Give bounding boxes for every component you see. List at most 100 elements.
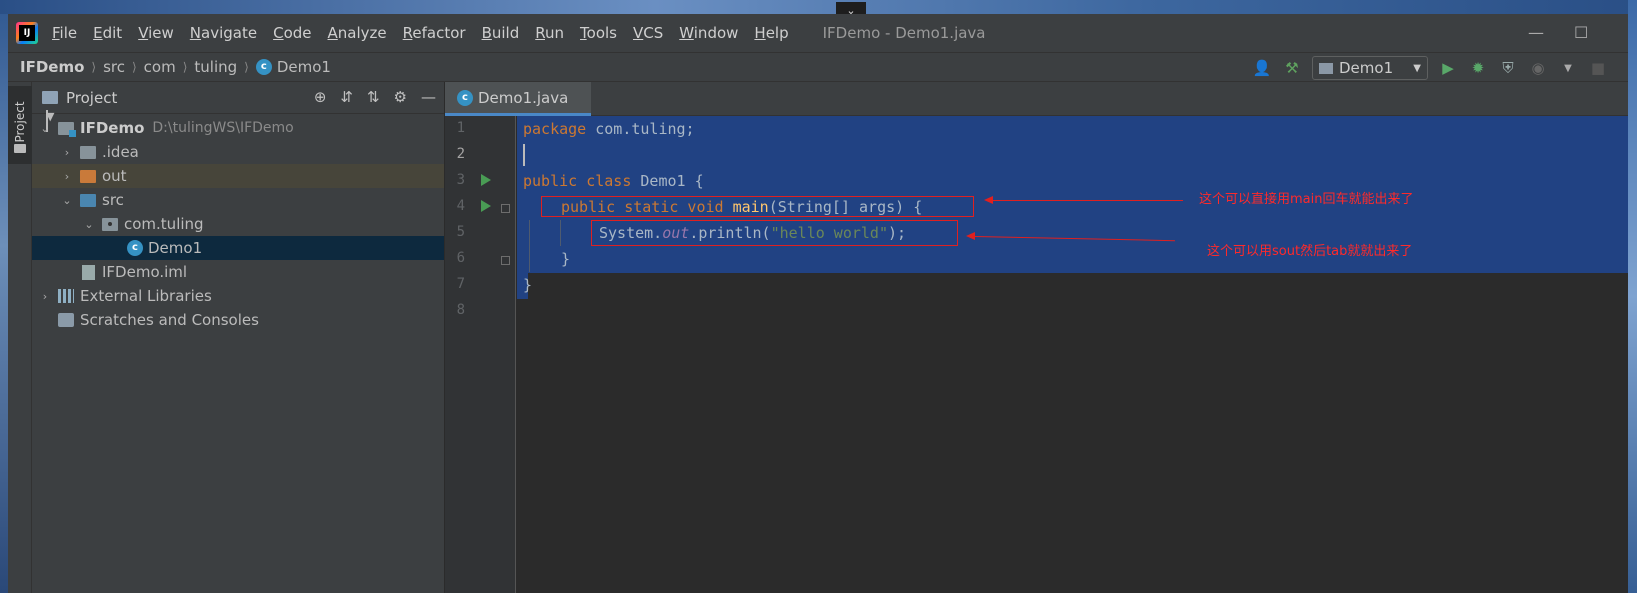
code-text: }	[561, 250, 571, 268]
menu-vcs[interactable]: VCS	[633, 24, 663, 42]
tool-window-stripe: Project	[8, 82, 32, 593]
annotation-arrow-head	[966, 232, 975, 240]
tree-item-iml[interactable]: IFDemo.iml	[32, 260, 444, 284]
folder-icon	[14, 144, 26, 153]
code-line-7: }	[523, 272, 532, 298]
annotation-text-sout: 这个可以用sout然后tab就就出来了	[1207, 244, 1413, 259]
build-hammer-icon[interactable]: ⚒	[1282, 58, 1302, 78]
breadcrumb-separator-icon: ⟩	[182, 60, 188, 74]
tab-label: Demo1.java	[478, 88, 569, 107]
tree-item-scratches[interactable]: Scratches and Consoles	[32, 308, 444, 332]
folder-icon	[80, 145, 96, 159]
line-number: 7	[456, 276, 465, 292]
minimize-icon[interactable]: —	[1528, 23, 1544, 42]
tree-item-label: IFDemo	[80, 119, 145, 137]
chevron-down-icon[interactable]: ⌄	[82, 218, 96, 231]
library-icon	[58, 289, 74, 303]
ide-window: File Edit View Navigate Code Analyze Ref…	[8, 14, 1628, 593]
menu-edit[interactable]: Edit	[93, 24, 122, 42]
keyword: package	[523, 120, 587, 138]
expand-all-icon[interactable]: ⇵	[340, 88, 353, 106]
menu-help[interactable]: Help	[754, 24, 788, 42]
desktop-wallpaper-left	[0, 14, 8, 593]
hide-icon[interactable]: —	[421, 88, 436, 106]
menu-build[interactable]: Build	[482, 24, 520, 42]
breadcrumb-file[interactable]: Demo1	[277, 58, 331, 76]
fold-icon[interactable]	[501, 204, 510, 213]
tree-item-class[interactable]: c Demo1	[32, 236, 444, 260]
editor-gutter: 1 2 3 4 5 6 7 8	[445, 116, 516, 593]
run-config-label: Demo1	[1339, 59, 1394, 77]
editor-area: c Demo1.java 1 2 3 4 5 6 7 8 package com…	[445, 82, 1628, 593]
line-number: 5	[456, 224, 465, 240]
class-icon: c	[127, 240, 143, 256]
run-config-select[interactable]: Demo1 ▼	[1312, 56, 1428, 80]
menu-window[interactable]: Window	[679, 24, 738, 42]
profiler-icon[interactable]: ◉	[1528, 58, 1548, 78]
menu-run[interactable]: Run	[535, 24, 564, 42]
coverage-icon[interactable]: ⛨	[1498, 58, 1518, 78]
project-tree: ⌄ IFDemo D:\tulingWS\IFDemo › .idea › ou…	[32, 114, 444, 332]
line-number: 8	[456, 302, 465, 318]
more-run-options-icon[interactable]: ▼	[1558, 58, 1578, 78]
breadcrumb-tuling[interactable]: tuling	[194, 58, 237, 76]
module-folder-icon	[58, 121, 76, 137]
run-gutter-icon[interactable]	[481, 200, 491, 212]
tree-item-label: out	[102, 167, 127, 185]
run-icon[interactable]: ▶	[1438, 58, 1458, 78]
annotation-text-main: 这个可以直接用main回车就能出来了	[1199, 192, 1414, 207]
chevron-right-icon[interactable]: ›	[60, 146, 74, 159]
collapse-all-icon[interactable]: ⇅	[367, 88, 380, 106]
breadcrumb-separator-icon: ⟩	[244, 60, 249, 74]
chevron-down-icon[interactable]: ⌄	[38, 122, 52, 135]
fold-icon[interactable]	[501, 256, 510, 265]
project-view-label[interactable]: Project	[66, 89, 117, 107]
maximize-icon[interactable]: ☐	[1574, 23, 1588, 42]
menu-view[interactable]: View	[138, 24, 174, 42]
line-number: 4	[456, 198, 465, 214]
stop-icon[interactable]: ■	[1588, 58, 1608, 78]
line-number: 1	[456, 120, 465, 136]
breadcrumb-src[interactable]: src	[103, 58, 125, 76]
project-panel-tools: ⊕ ⇵ ⇅ ⚙ —	[314, 88, 436, 106]
breadcrumb-com[interactable]: com	[144, 58, 176, 76]
annotation-box-main	[541, 196, 974, 217]
locate-target-icon[interactable]: ⊕	[314, 88, 327, 106]
menu-file[interactable]: File	[52, 24, 77, 42]
chevron-right-icon[interactable]: ›	[60, 170, 74, 183]
menu-navigate[interactable]: Navigate	[190, 24, 257, 42]
menu-code[interactable]: Code	[273, 24, 311, 42]
project-tool-tab[interactable]: Project	[8, 86, 32, 164]
chevron-right-icon[interactable]: ›	[38, 290, 52, 303]
tab-demo1-java[interactable]: c Demo1.java	[445, 82, 591, 116]
code-text: com.tuling;	[586, 120, 695, 138]
tree-item-out[interactable]: › out	[32, 164, 444, 188]
text-caret	[523, 144, 525, 166]
tree-item-src[interactable]: ⌄ src	[32, 188, 444, 212]
menu-bar: File Edit View Navigate Code Analyze Ref…	[8, 14, 1628, 52]
tree-item-package[interactable]: ⌄ com.tuling	[32, 212, 444, 236]
chevron-down-icon[interactable]: ⌄	[60, 194, 74, 207]
breadcrumb-project[interactable]: IFDemo	[20, 58, 84, 76]
package-icon	[102, 217, 118, 231]
tree-item-libraries[interactable]: › External Libraries	[32, 284, 444, 308]
menu-refactor[interactable]: Refactor	[403, 24, 466, 42]
tree-item-label: Demo1	[148, 239, 203, 257]
menu-tools[interactable]: Tools	[580, 24, 617, 42]
breadcrumb-separator-icon: ⟩	[91, 60, 97, 74]
class-icon: c	[457, 89, 473, 106]
annotation-arrow-line	[993, 200, 1183, 201]
code-area[interactable]: package com.tuling; public class Demo1 {…	[517, 116, 1628, 593]
indent-guide	[529, 220, 530, 272]
line-number: 6	[456, 250, 465, 266]
run-gutter-icon[interactable]	[481, 174, 491, 186]
user-icon[interactable]: 👤	[1252, 58, 1272, 78]
tree-item-label: .idea	[102, 143, 139, 161]
debug-bug-icon[interactable]: ✹	[1468, 58, 1488, 78]
gear-icon[interactable]: ⚙	[394, 88, 407, 106]
tree-item-idea[interactable]: › .idea	[32, 140, 444, 164]
tree-item-root[interactable]: ⌄ IFDemo D:\tulingWS\IFDemo	[32, 116, 444, 140]
tree-item-label: Scratches and Consoles	[80, 311, 259, 329]
folder-icon	[42, 91, 58, 104]
menu-analyze[interactable]: Analyze	[328, 24, 387, 42]
